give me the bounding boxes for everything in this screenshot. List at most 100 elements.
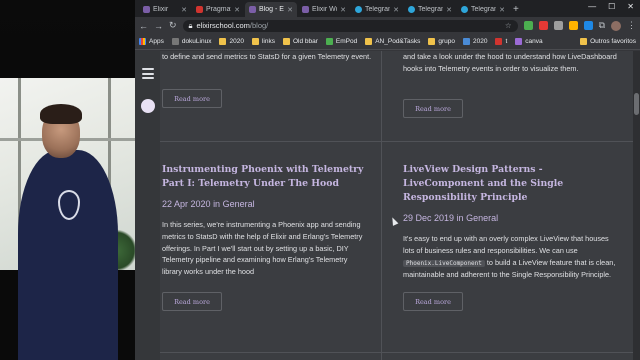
extension-icon[interactable] <box>568 21 578 30</box>
reload-icon[interactable]: ↻ <box>169 20 177 31</box>
tab-4[interactable]: Telegram✕ <box>351 2 403 17</box>
extension-icon[interactable] <box>523 21 533 30</box>
close-window-icon[interactable]: ✕ <box>627 2 634 11</box>
post-excerpt: to define and send metrics to StatsD for… <box>162 52 372 61</box>
tab-6[interactable]: Telegram✕ <box>457 2 509 17</box>
url-domain: elixirschool.com <box>196 21 250 30</box>
telegram-favicon-icon <box>408 6 415 13</box>
post-title[interactable]: Instrumenting Phoenix with Telemetry Par… <box>162 163 367 191</box>
tab-strip: Elixir✕ Pragmat✕ Blog - Eli✕ Elixir Wo✕ … <box>135 0 640 17</box>
minimize-icon[interactable]: — <box>588 2 596 11</box>
elixir-favicon-icon <box>249 6 256 13</box>
bookmark-folder-old-bbar[interactable]: Old bbar <box>282 38 318 45</box>
close-tab-icon[interactable]: ✕ <box>234 6 240 14</box>
post-category-link[interactable]: General <box>466 213 498 223</box>
post-excerpt: and take a look under the hood to unders… <box>403 52 617 73</box>
screen: Elixir✕ Pragmat✕ Blog - Eli✕ Elixir Wo✕ … <box>0 0 640 360</box>
tab-0[interactable]: Elixir ✕ <box>139 2 191 17</box>
close-tab-icon[interactable]: ✕ <box>393 6 399 14</box>
extension-icon[interactable] <box>538 21 548 30</box>
apps-grid-icon <box>139 38 146 45</box>
extensions-puzzle-icon[interactable]: ⧉ <box>599 20 605 31</box>
bookmark-folder-grupo[interactable]: grupo <box>428 38 455 45</box>
bookmark-2020-second[interactable]: 2020 <box>463 38 487 45</box>
elixir-favicon-icon <box>143 6 150 13</box>
forward-icon[interactable]: → <box>154 21 163 31</box>
read-more-button[interactable]: Read more <box>162 89 222 108</box>
telegram-favicon-icon <box>461 6 468 13</box>
page-scrollbar[interactable] <box>633 51 640 360</box>
bookmark-other-favorites[interactable]: Outros favoritos <box>580 38 636 45</box>
bookmark-empod[interactable]: EmPod <box>325 38 357 45</box>
post-excerpt: It's easy to end up with an overly compl… <box>403 234 616 280</box>
post-card-liveview: LiveView Design Patterns - LiveComponent… <box>403 163 618 281</box>
close-tab-icon[interactable]: ✕ <box>287 6 293 14</box>
folder-icon <box>251 38 259 45</box>
bookmark-icon <box>515 38 523 45</box>
close-tab-icon[interactable]: ✕ <box>340 6 346 14</box>
grid-divider-horizontal <box>160 352 633 353</box>
post-category-link[interactable]: General <box>223 199 255 209</box>
post-card-top-right: and take a look under the hood to unders… <box>403 51 618 75</box>
bookmark-folder-2020[interactable]: 2020 <box>219 38 244 45</box>
folder-icon <box>428 38 436 45</box>
hamburger-menu-icon[interactable] <box>142 68 154 82</box>
folder-icon <box>463 38 471 45</box>
post-title[interactable]: LiveView Design Patterns - LiveComponent… <box>403 163 618 205</box>
maximize-icon[interactable]: ☐ <box>608 2 615 11</box>
post-meta: 22 Apr 2020 in General <box>162 199 367 209</box>
bookmarks-bar: Apps dokuLinux 2020 links Old bbar EmPod… <box>135 34 640 50</box>
window-controls: — ☐ ✕ <box>588 2 634 11</box>
new-tab-icon[interactable]: + <box>513 2 519 17</box>
close-tab-icon[interactable]: ✕ <box>499 6 505 14</box>
bookmark-apps[interactable]: Apps <box>139 38 164 45</box>
webcam-overlay <box>0 0 135 360</box>
bookmark-icon <box>171 38 179 45</box>
close-tab-icon[interactable]: ✕ <box>181 6 187 14</box>
back-icon[interactable]: ← <box>139 21 148 31</box>
menu-dots-icon[interactable]: ⋮ <box>627 20 636 31</box>
site-sidebar <box>135 51 160 360</box>
tab-3[interactable]: Elixir Wo ✕ <box>298 2 350 17</box>
pragmatic-favicon-icon <box>196 6 203 13</box>
bookmark-t[interactable]: t <box>495 38 507 45</box>
post-meta: 29 Dec 2019 in General <box>403 213 618 223</box>
post-date: 29 Dec 2019 <box>403 213 455 223</box>
tab-1[interactable]: Pragmat ✕ <box>192 2 244 17</box>
read-more-button[interactable]: Read more <box>403 99 463 118</box>
sidebar-avatar[interactable] <box>141 99 155 113</box>
read-more-button[interactable]: Read more <box>162 292 222 311</box>
tab-2-active[interactable]: Blog - Eli✕ <box>245 2 297 17</box>
read-more-button[interactable]: Read more <box>403 292 463 311</box>
close-tab-icon[interactable]: ✕ <box>446 6 452 14</box>
folder-icon <box>282 38 290 45</box>
bookmark-canva[interactable]: canva <box>515 38 543 45</box>
profile-avatar[interactable] <box>611 20 621 31</box>
tab-5[interactable]: Telegram✕ <box>404 2 456 17</box>
bookmark-star-icon[interactable]: ☆ <box>505 21 512 30</box>
grid-divider-horizontal <box>382 141 633 142</box>
post-excerpt: In this series, we're instrumenting a Ph… <box>162 220 363 277</box>
browser-toolbar: ← → ↻ 🔒︎ elixirschool.com/blog/ ☆ ⧉ ⋮ <box>135 17 640 34</box>
folder-icon <box>219 38 227 45</box>
scrollbar-thumb[interactable] <box>634 93 639 115</box>
telegram-favicon-icon <box>355 6 362 13</box>
bookmark-folder-an-pod-tasks[interactable]: AN_Pod&Tasks <box>365 38 420 45</box>
bookmark-folder-links[interactable]: links <box>251 38 275 45</box>
browser-window: Elixir✕ Pragmat✕ Blog - Eli✕ Elixir Wo✕ … <box>135 0 640 360</box>
inline-code: Phoenix.LiveComponent <box>403 259 485 267</box>
grid-divider-horizontal <box>160 141 382 142</box>
address-bar[interactable]: 🔒︎ elixirschool.com/blog/ ☆ <box>182 19 518 32</box>
grid-divider-vertical <box>381 51 382 360</box>
webcam-person-body <box>18 150 118 360</box>
page-content: to define and send metrics to StatsD for… <box>135 51 640 360</box>
folder-icon <box>365 38 373 45</box>
bookmark-dokulinux[interactable]: dokuLinux <box>171 38 211 45</box>
extension-icon[interactable] <box>583 21 593 30</box>
bookmark-icon <box>325 38 333 45</box>
elixir-favicon-icon <box>302 6 309 13</box>
extension-icon[interactable] <box>553 21 563 30</box>
lock-icon: 🔒︎ <box>188 20 193 30</box>
folder-icon <box>580 38 588 45</box>
mouse-cursor-icon <box>389 216 399 226</box>
